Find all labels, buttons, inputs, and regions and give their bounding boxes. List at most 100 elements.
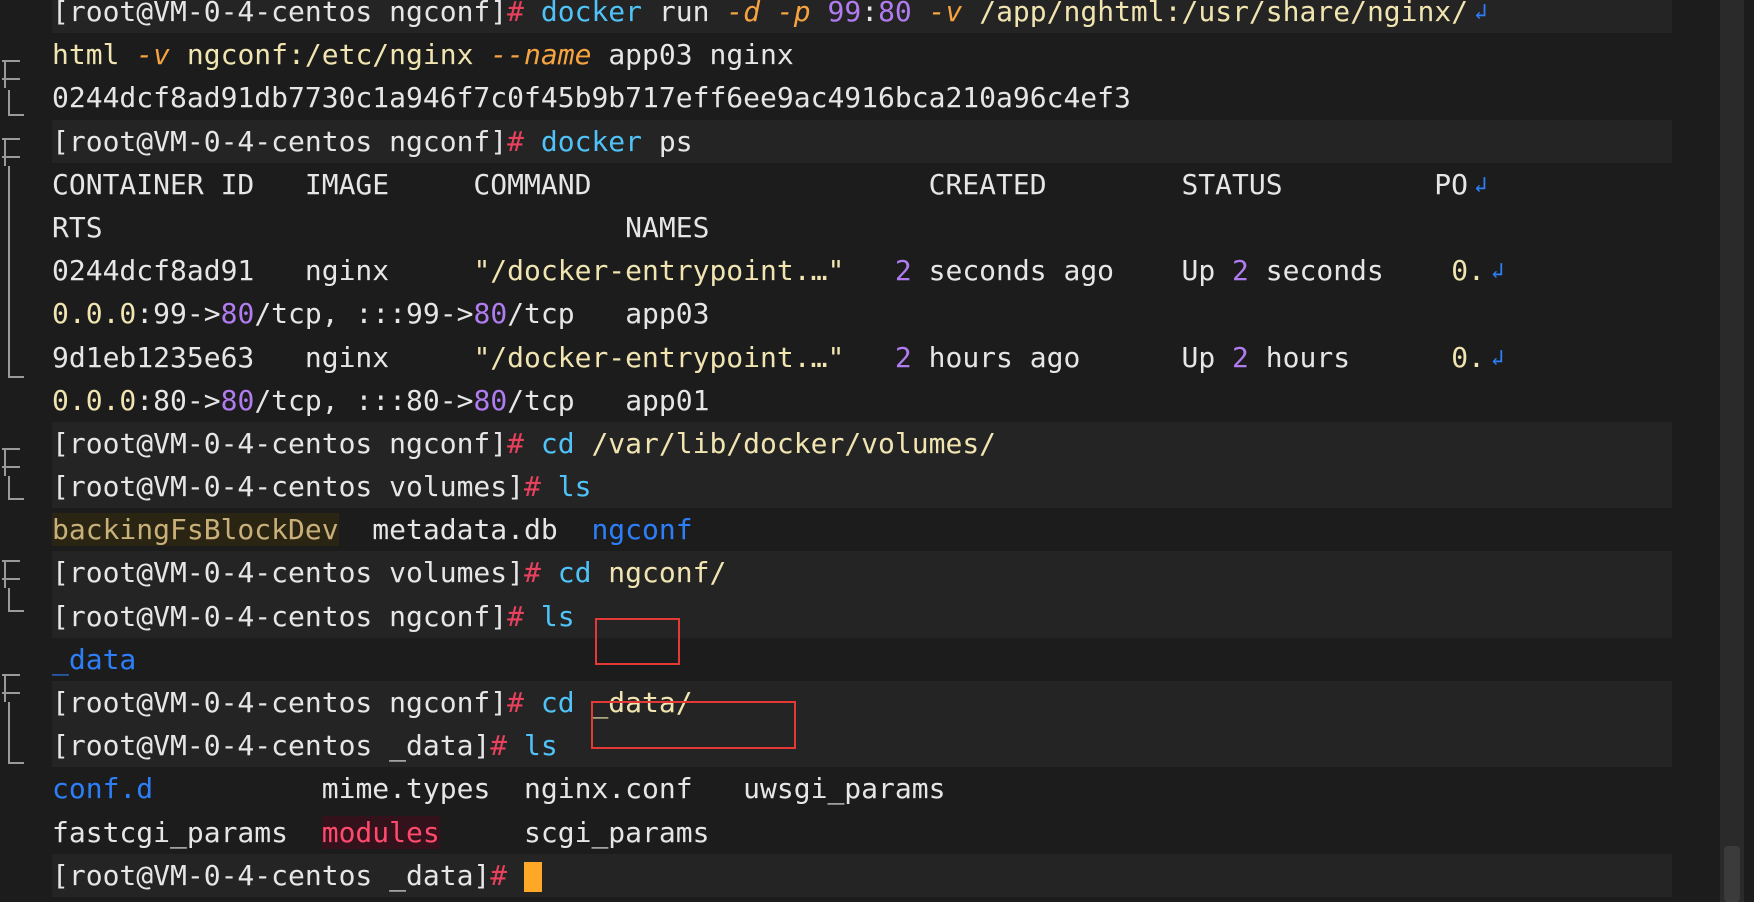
terminal-output: [root@VM-0-4-centos ngconf]# docker run … [52,0,1672,897]
terminal-text-segment: # [507,426,541,460]
terminal-text-segment: conf.d [52,772,154,806]
terminal-text-segment: hours ago Up [911,340,1233,374]
terminal-text-segment: /tcp, :::80-> [254,383,474,417]
terminal-text-segment: ls [557,470,592,504]
terminal-text-segment: 0244dcf8ad91 nginx [52,254,474,288]
terminal-text-segment: 80 [473,297,508,331]
terminal-text-segment: docker [540,0,643,28]
terminal-text-segment: _data [52,642,137,676]
fold-marker-icon [2,560,28,588]
text-cursor [524,861,543,892]
fold-line-icon [8,476,24,500]
terminal-text-segment: # [507,599,541,633]
terminal-text-segment: -v [928,0,963,28]
terminal-text-segment: html [52,38,137,72]
fold-marker-icon [2,674,28,702]
terminal-line: [root@VM-0-4-centos volumes]# cd ngconf/ [52,551,1672,595]
terminal-text-segment: "/docker-entrypoint.…" [473,340,845,374]
terminal-text-segment: ngconf [591,513,693,547]
terminal-text-segment: seconds [1248,254,1452,288]
terminal-line: 9d1eb1235e63 nginx "/docker-entrypoint.…… [52,336,1672,379]
terminal-text-segment: -p [776,0,811,28]
terminal-text-segment: cd [540,686,575,719]
terminal-line: [root@VM-0-4-centos ngconf]# cd _data/ [52,681,1672,725]
terminal-text-segment: # [507,686,541,719]
terminal-text-segment: hours [1248,340,1452,374]
line-gutter [0,0,40,902]
terminal-text-segment: 80 [878,0,912,28]
terminal-line: 0244dcf8ad91db7730c1a946f7c0f45b9b717eff… [52,76,1672,119]
terminal-text-segment: modules [321,815,440,849]
terminal-text-segment: 2 [1232,254,1249,288]
terminal-text-segment: _data/ [574,686,693,719]
terminal-text-segment: [root@VM-0-4-centos ngconf] [52,0,508,28]
terminal-text-segment: 0244dcf8ad91db7730c1a946f7c0f45b9b717eff… [52,81,1131,115]
terminal-text-segment: [root@VM-0-4-centos volumes] [52,556,525,590]
terminal-text-segment: app03 nginx [591,38,794,72]
terminal-text-segment: :80-> [136,383,221,417]
terminal-text-segment: # [524,470,558,504]
fold-marker-icon [2,138,28,166]
terminal-text-segment: [root@VM-0-4-centos _data] [52,729,491,763]
terminal-line: [root@VM-0-4-centos volumes]# ls [52,465,1672,509]
fold-marker-icon [2,60,28,88]
terminal-text-segment: seconds ago Up [911,254,1233,288]
terminal-text-segment: ps [642,124,693,158]
line-wrap-icon: ↲ [1474,172,1488,198]
terminal-text-segment: -d [726,0,761,28]
terminal-window[interactable]: [root@VM-0-4-centos ngconf]# docker run … [0,0,1754,902]
terminal-line: [root@VM-0-4-centos ngconf]# docker ps [52,119,1672,163]
terminal-text-segment: ngconf:/etc/nginx [170,38,491,72]
fold-line-icon [8,588,24,612]
terminal-line: html -v ngconf:/etc/nginx --name app03 n… [52,33,1672,76]
terminal-text-segment: 9d1eb1235e63 nginx [52,340,474,374]
terminal-text-segment: ls [524,729,558,763]
terminal-line: RTS NAMES [52,206,1672,249]
terminal-text-segment: /tcp app03 [507,297,710,331]
fold-line-icon [8,166,24,378]
terminal-text-segment: # [490,729,525,763]
terminal-text-segment: backingFsBlockDev [52,513,339,547]
terminal-line: 0.0.0:80->80/tcp, :::80->80/tcp app01 [52,379,1672,422]
terminal-text-segment: 99 [827,0,862,28]
vertical-scrollbar[interactable] [1720,0,1744,902]
terminal-text-segment: 0. [1451,340,1485,374]
terminal-line: backingFsBlockDev metadata.db ngconf [52,508,1672,551]
terminal-text-segment: /tcp app01 [507,383,710,417]
terminal-text-segment: cd [557,556,592,590]
terminal-text-segment: 2 [1232,340,1249,374]
terminal-line: [root@VM-0-4-centos ngconf]# docker run … [52,0,1672,34]
terminal-text-segment: --name [490,38,592,72]
terminal-text-segment: metadata.db [338,513,592,547]
terminal-text-segment: 2 [894,254,912,288]
terminal-text-segment: 80 [220,383,255,417]
terminal-text-segment: ls [540,599,575,633]
terminal-text-segment: "/docker-entrypoint.…" [473,254,845,288]
terminal-text-segment: # [507,0,541,28]
terminal-text-segment: scgi_params [439,815,710,849]
terminal-text-segment: [root@VM-0-4-centos ngconf] [52,686,508,719]
fold-line-icon [8,90,24,116]
terminal-text-segment: cd [540,426,575,460]
scrollbar-thumb[interactable] [1724,846,1740,902]
fold-marker-icon [2,448,28,476]
terminal-text-segment: docker [540,124,643,158]
terminal-line: [root@VM-0-4-centos ngconf]# cd /var/lib… [52,421,1672,466]
terminal-text-segment: 0.0.0 [52,297,137,331]
terminal-line: CONTAINER ID IMAGE COMMAND CREATED STATU… [52,163,1672,206]
terminal-text-segment: 2 [894,340,912,374]
terminal-line: 0.0.0:99->80/tcp, :::99->80/tcp app03 [52,292,1672,335]
terminal-text-segment: 0.0.0 [52,383,137,417]
terminal-text-segment: /tcp, :::99-> [254,297,474,331]
line-wrap-icon: ↲ [1474,0,1488,25]
terminal-text-segment: # [490,858,525,892]
terminal-text-segment: run [642,0,727,28]
terminal-text-segment: RTS NAMES [52,210,710,244]
terminal-text-segment: 80 [473,383,508,417]
terminal-line: fastcgi_params modules scgi_params [52,811,1672,854]
terminal-text-segment: ngconf/ [591,556,727,590]
